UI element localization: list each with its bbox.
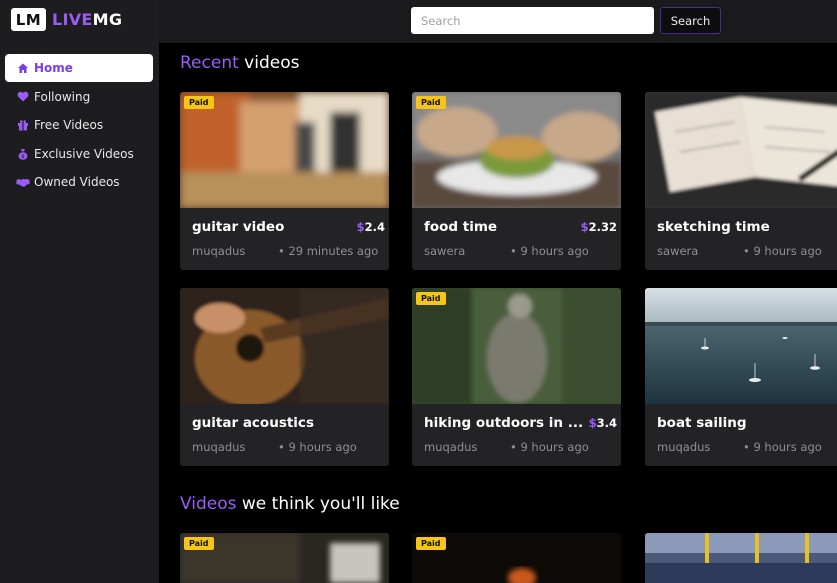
video-time: • 29 minutes ago bbox=[278, 244, 379, 258]
video-time: • 9 hours ago bbox=[743, 244, 822, 258]
heart-icon bbox=[16, 90, 30, 104]
video-time: • 9 hours ago bbox=[510, 244, 589, 258]
video-card-recommended-2[interactable]: Paid bbox=[412, 533, 621, 583]
logo[interactable]: LM LIVEMG bbox=[11, 8, 122, 31]
video-thumbnail[interactable] bbox=[645, 92, 837, 208]
video-title[interactable]: guitar acoustics bbox=[192, 415, 314, 431]
video-card-guitar-video[interactable]: Paid guitar video $2.4 muqadus • 29 minu… bbox=[180, 92, 389, 270]
handshake-icon bbox=[16, 175, 30, 189]
video-author[interactable]: sawera bbox=[657, 244, 698, 258]
video-title[interactable]: sketching time bbox=[657, 219, 770, 235]
home-icon bbox=[16, 61, 30, 75]
sidebar-item-label: Home bbox=[34, 61, 73, 75]
video-author[interactable]: muqadus bbox=[657, 440, 710, 454]
video-card-recommended-1[interactable]: Paid bbox=[180, 533, 389, 583]
logo-mg: MG bbox=[92, 10, 123, 29]
video-card-recommended-3[interactable] bbox=[645, 533, 837, 583]
video-thumbnail[interactable]: Paid bbox=[412, 288, 621, 404]
sidebar-item-label: Owned Videos bbox=[34, 175, 120, 190]
paid-badge: Paid bbox=[416, 537, 446, 550]
logo-box: LM bbox=[11, 8, 46, 31]
sidebar-nav: Home Following Free Videos $ Exclusive V… bbox=[5, 54, 153, 197]
video-card-hiking-outdoors[interactable]: Paid hiking outdoors in ... $3.4 muqadus… bbox=[412, 288, 621, 466]
video-card-food-time[interactable]: Paid food time $2.32 sawera • 9 hours ag… bbox=[412, 92, 621, 270]
video-thumbnail[interactable] bbox=[180, 288, 389, 404]
logo-live: LIVE bbox=[52, 10, 93, 29]
sidebar-item-exclusive-videos[interactable]: $ Exclusive Videos bbox=[5, 140, 153, 168]
search-button[interactable]: Search bbox=[660, 7, 721, 34]
section-title-rest: videos bbox=[238, 53, 300, 73]
section-title-recommended: Videos we think you'll like bbox=[180, 494, 400, 514]
video-thumbnail[interactable]: Paid bbox=[412, 92, 621, 208]
sidebar: LM LIVEMG Home Following Free Videos $ E… bbox=[0, 0, 159, 583]
video-time: • 9 hours ago bbox=[278, 440, 357, 454]
video-author[interactable]: muqadus bbox=[192, 440, 245, 454]
video-card-boat-sailing[interactable]: boat sailing muqadus • 9 hours ago bbox=[645, 288, 837, 466]
video-thumbnail[interactable]: Paid bbox=[180, 92, 389, 208]
video-thumbnail[interactable] bbox=[645, 533, 837, 583]
video-card-sketching-time[interactable]: sketching time sawera • 9 hours ago bbox=[645, 92, 837, 270]
sidebar-item-label: Exclusive Videos bbox=[34, 146, 134, 161]
dollar-icon: $ bbox=[580, 220, 589, 234]
sidebar-item-label: Free Videos bbox=[34, 118, 104, 133]
video-title[interactable]: boat sailing bbox=[657, 415, 747, 431]
video-thumbnail[interactable] bbox=[645, 288, 837, 404]
video-thumbnail[interactable]: Paid bbox=[412, 533, 621, 583]
video-time: • 9 hours ago bbox=[743, 440, 822, 454]
sidebar-item-owned-videos[interactable]: Owned Videos bbox=[5, 168, 153, 196]
video-thumbnail[interactable]: Paid bbox=[180, 533, 389, 583]
video-price-value: 2.32 bbox=[588, 220, 617, 234]
video-title[interactable]: food time bbox=[424, 219, 497, 235]
video-price: $2.4 bbox=[357, 220, 385, 234]
paid-badge: Paid bbox=[184, 96, 214, 109]
svg-text:$: $ bbox=[21, 154, 25, 160]
video-title[interactable]: guitar video bbox=[192, 219, 284, 235]
video-card-guitar-acoustics[interactable]: guitar acoustics muqadus • 9 hours ago bbox=[180, 288, 389, 466]
video-price: $2.32 bbox=[581, 220, 617, 234]
sidebar-item-free-videos[interactable]: Free Videos bbox=[5, 111, 153, 139]
video-author[interactable]: muqadus bbox=[424, 440, 477, 454]
section-title-accent: Videos bbox=[180, 494, 237, 514]
paid-badge: Paid bbox=[416, 96, 446, 109]
bag-icon: $ bbox=[16, 147, 30, 161]
logo-text: LIVEMG bbox=[52, 10, 122, 29]
dollar-icon: $ bbox=[356, 220, 365, 234]
gift-icon bbox=[16, 118, 30, 132]
video-author[interactable]: muqadus bbox=[192, 244, 245, 258]
video-price: $3.4 bbox=[589, 416, 617, 430]
sidebar-item-home[interactable]: Home bbox=[5, 54, 153, 82]
paid-badge: Paid bbox=[416, 292, 446, 305]
sidebar-item-following[interactable]: Following bbox=[5, 83, 153, 111]
section-title-rest: we think you'll like bbox=[236, 494, 400, 514]
video-time: • 9 hours ago bbox=[510, 440, 589, 454]
paid-badge: Paid bbox=[184, 537, 214, 550]
video-title[interactable]: hiking outdoors in ... bbox=[424, 415, 583, 431]
top-bar: Search bbox=[159, 0, 837, 43]
video-price-value: 2.4 bbox=[364, 220, 385, 234]
dollar-icon: $ bbox=[588, 416, 597, 430]
section-title-accent: Recent bbox=[180, 53, 239, 73]
search-input[interactable] bbox=[411, 7, 654, 34]
sidebar-item-label: Following bbox=[34, 89, 91, 104]
video-price-value: 3.4 bbox=[596, 416, 617, 430]
video-author[interactable]: sawera bbox=[424, 244, 465, 258]
section-title-recent: Recent videos bbox=[180, 53, 299, 73]
